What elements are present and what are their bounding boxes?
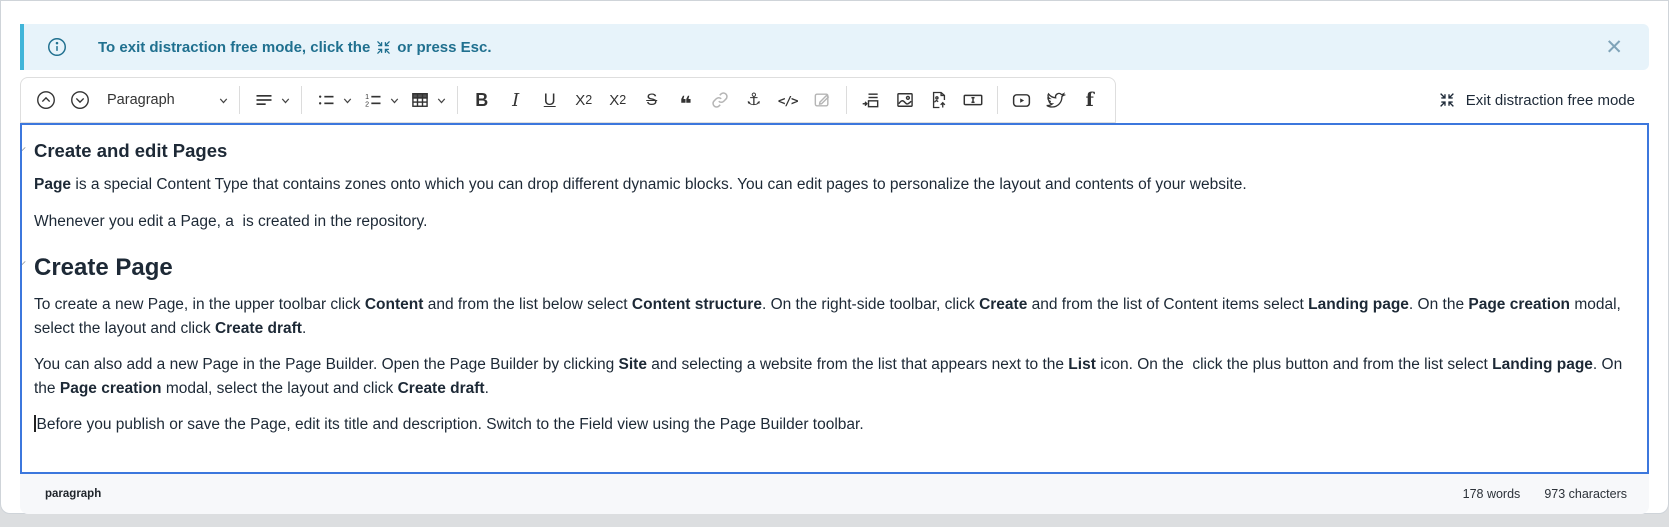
chevron-down-icon[interactable] [279,94,292,107]
editor-paragraph: Whenever you edit a Page, a is created i… [34,210,1635,234]
banner-message: To exit distraction free mode, click the… [98,39,492,56]
move-down-button[interactable] [63,83,97,117]
heading-anchor-marker: ¬ [20,257,29,269]
text-alignment-button[interactable] [247,83,281,117]
insert-table-button[interactable] [403,83,437,117]
insert-field-button[interactable] [956,83,990,117]
chevron-down-icon[interactable] [217,94,230,107]
exit-distraction-free-button[interactable]: Exit distraction free mode [1438,91,1649,109]
upload-image-button[interactable] [922,83,956,117]
chevron-down-icon[interactable] [435,94,448,107]
editor-content[interactable]: ¬Create and edit Pages Page is a special … [20,123,1649,474]
toolbar-separator [301,86,302,114]
compress-arrows-icon [1438,91,1456,109]
bold-button[interactable]: B [465,83,499,117]
text-caret [34,415,36,432]
formatting-toolbar: Paragraph [20,77,1116,123]
editor-paragraph: You can also add a new Page in the Page … [34,353,1635,400]
toolbar-row: Paragraph [20,77,1649,123]
editor-panel: To exit distraction free mode, click the… [0,0,1669,514]
chevron-down-icon[interactable] [341,94,354,107]
banner-message-prefix: To exit distraction free mode, click the [98,39,370,56]
banner-message-suffix: or press Esc. [397,39,491,56]
toolbar-separator [997,86,998,114]
superscript-button[interactable]: X2 [601,83,635,117]
toolbar-separator [239,86,240,114]
editor-paragraph: Before you publish or save the Page, edi… [34,413,1635,437]
word-count: 178 words [1463,487,1521,501]
underline-button[interactable]: U [533,83,567,117]
close-x-icon[interactable]: ✕ [1601,35,1627,60]
insert-facebook-button[interactable]: f [1073,83,1107,117]
insert-twitter-button[interactable] [1039,83,1073,117]
block-format-dropdown[interactable]: Paragraph [97,92,219,108]
exit-distraction-free-label: Exit distraction free mode [1466,92,1635,109]
code-button[interactable]: </> [771,83,805,117]
toolbar-separator [846,86,847,114]
editor-paragraph: To create a new Page, in the upper toolb… [34,293,1635,340]
toolbar-separator [457,86,458,114]
heading-anchor-marker: ¬ [20,143,29,155]
edit-source-button[interactable] [805,83,839,117]
add-content-block-button[interactable] [854,83,888,117]
character-count: 973 characters [1544,487,1627,501]
subscript-button[interactable]: X2 [567,83,601,117]
editor-heading: ¬Create Page [34,254,1635,282]
editor-statusbar: paragraph 178 words 973 characters [20,474,1649,514]
strikethrough-button[interactable]: S [635,83,669,117]
insert-image-button[interactable] [888,83,922,117]
bulleted-list-button[interactable] [309,83,343,117]
italic-button[interactable]: I [499,83,533,117]
editor-paragraph: Page is a special Content Type that cont… [34,173,1635,197]
svg-text:2: 2 [365,100,369,108]
distraction-free-banner: To exit distraction free mode, click the… [20,24,1649,70]
compress-arrows-icon [375,39,392,56]
word-character-counts: 178 words 973 characters [1463,487,1627,501]
info-circle-icon [46,36,68,58]
anchor-button[interactable]: ⚓ [737,83,771,117]
insert-youtube-button[interactable] [1005,83,1039,117]
current-block-type: paragraph [45,488,101,500]
block-quote-button[interactable]: ❝ [669,83,703,117]
move-up-button[interactable] [29,83,63,117]
editor-heading: ¬Create and edit Pages [34,140,1635,162]
numbered-list-button[interactable]: 1 2 [356,83,390,117]
chevron-down-icon[interactable] [388,94,401,107]
link-button[interactable] [703,83,737,117]
